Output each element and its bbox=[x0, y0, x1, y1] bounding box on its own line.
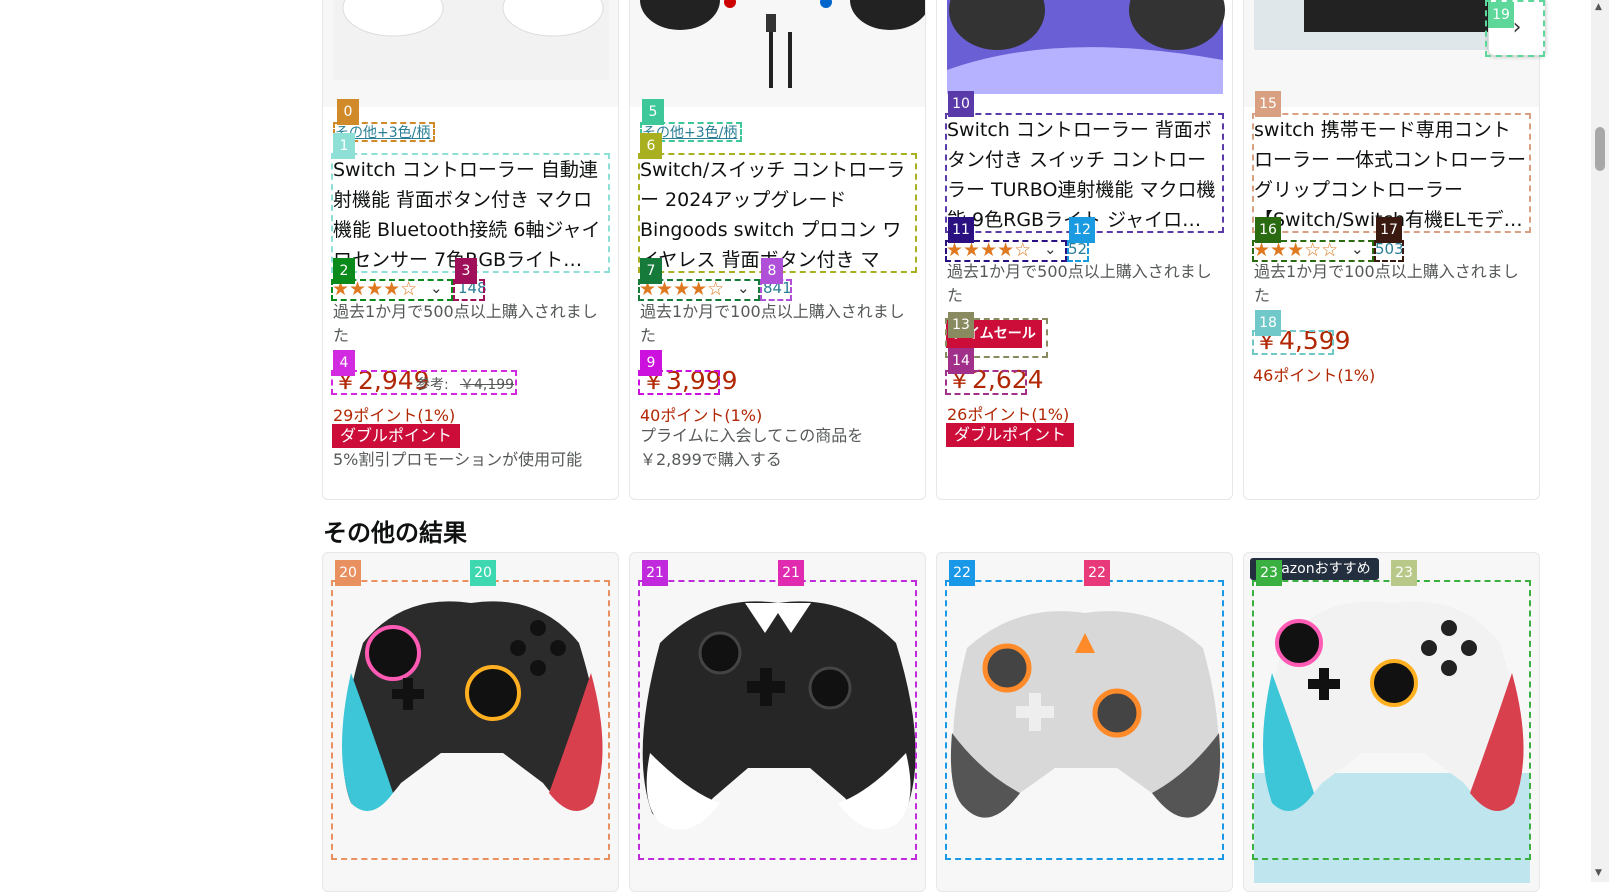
annotation-tag: 15 bbox=[1255, 91, 1281, 117]
scrollbar-thumb[interactable] bbox=[1595, 127, 1605, 171]
annotation-box bbox=[945, 240, 1067, 262]
points: 29ポイント(1%) bbox=[333, 406, 456, 425]
bought-recently: 過去1か月で100点以上購入されました bbox=[1254, 262, 1519, 305]
annotation-box bbox=[1374, 240, 1404, 262]
annotation-tag: 23 bbox=[1256, 560, 1282, 586]
annotation-tag: 5 bbox=[642, 99, 664, 125]
annotation-tag: 6 bbox=[640, 133, 662, 159]
product-image[interactable] bbox=[937, 0, 1232, 107]
controller-image bbox=[333, 0, 609, 80]
product-image[interactable] bbox=[323, 0, 618, 107]
annotation-tag: 22 bbox=[1084, 560, 1110, 586]
bought-recently: 過去1か月で500点以上購入されました bbox=[333, 302, 598, 345]
annotation-tag: 20 bbox=[335, 560, 361, 586]
annotation-box bbox=[945, 580, 1224, 860]
annotation-box bbox=[331, 153, 610, 273]
section-title: その他の結果 bbox=[323, 519, 467, 547]
annotation-tag: 11 bbox=[948, 217, 974, 243]
annotation-tag: 13 bbox=[948, 312, 974, 338]
annotation-tag: 7 bbox=[640, 258, 662, 284]
annotation-tag: 8 bbox=[761, 258, 783, 284]
scroll-down-arrow[interactable]: ▼ bbox=[1595, 868, 1602, 878]
points: 46ポイント(1%) bbox=[1253, 366, 1376, 385]
double-points-badge: ダブルポイント bbox=[946, 423, 1075, 447]
annotation-box bbox=[945, 113, 1224, 233]
bought-recently: 過去1か月で500点以上購入されました bbox=[947, 262, 1212, 305]
annotation-box bbox=[331, 580, 610, 860]
controller-image bbox=[640, 0, 925, 107]
double-points-badge: ダブルポイント bbox=[332, 424, 461, 448]
annotation-tag: 18 bbox=[1255, 310, 1281, 336]
annotation-tag: 10 bbox=[948, 91, 974, 117]
annotation-tag: 4 bbox=[333, 350, 355, 376]
annotation-box bbox=[638, 153, 917, 273]
annotation-box bbox=[1252, 240, 1374, 262]
annotation-tag: 21 bbox=[778, 560, 804, 586]
annotation-box bbox=[331, 370, 517, 395]
points: 26ポイント(1%) bbox=[947, 405, 1070, 424]
prime-offer[interactable]: プライムに入会してこの商品を￥2,899で購入する bbox=[640, 424, 910, 472]
annotation-box bbox=[1252, 580, 1531, 860]
annotation-tag: 0 bbox=[337, 99, 359, 125]
annotation-tag: 2 bbox=[333, 258, 355, 284]
annotation-tag: 1 bbox=[333, 133, 355, 159]
annotation-tag: 14 bbox=[948, 348, 974, 374]
annotation-tag: 23 bbox=[1391, 560, 1417, 586]
annotation-box bbox=[1252, 113, 1531, 233]
annotation-tag: 12 bbox=[1069, 217, 1095, 243]
annotation-tag: 17 bbox=[1376, 217, 1402, 243]
annotation-tag: 3 bbox=[455, 258, 477, 284]
controller-image bbox=[947, 0, 1225, 94]
annotation-tag: 20 bbox=[470, 560, 496, 586]
promo-text: 5%割引プロモーションが使用可能 bbox=[333, 450, 583, 469]
points: 40ポイント(1%) bbox=[640, 406, 763, 425]
annotation-tag: 22 bbox=[949, 560, 975, 586]
annotation-tag: 16 bbox=[1255, 217, 1281, 243]
vertical-scrollbar[interactable]: ▲ ▼ bbox=[1591, 0, 1609, 882]
annotation-tag: 9 bbox=[640, 350, 662, 376]
product-image[interactable] bbox=[630, 0, 925, 107]
annotation-box bbox=[1067, 240, 1089, 262]
annotation-box bbox=[638, 580, 917, 860]
annotation-tag: 21 bbox=[642, 560, 668, 586]
annotation-tag: 19 bbox=[1488, 2, 1514, 28]
bought-recently: 過去1か月で100点以上購入されました bbox=[640, 302, 905, 345]
scroll-up-arrow[interactable]: ▲ bbox=[1595, 2, 1602, 12]
